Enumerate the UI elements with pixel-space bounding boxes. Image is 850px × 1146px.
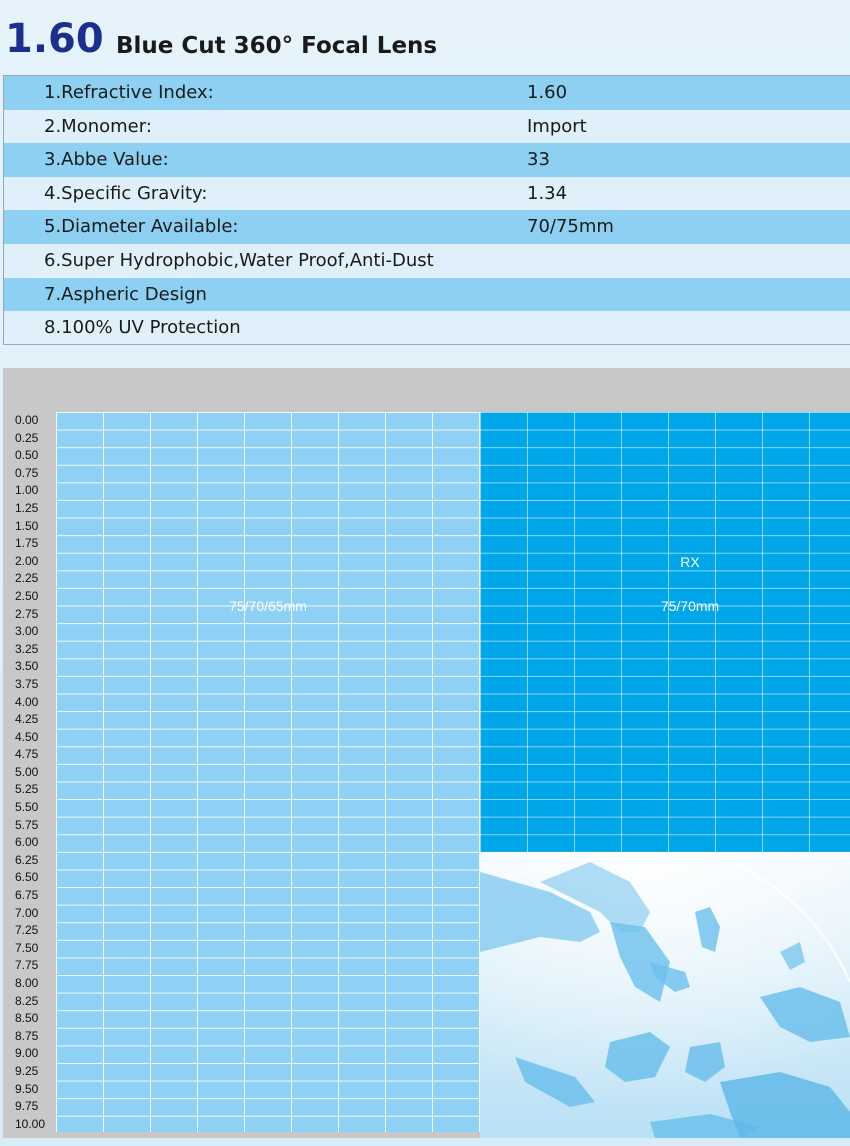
power-axis-tick: 0.75 [15, 465, 39, 480]
power-axis-tick: 2.50 [15, 588, 39, 603]
power-axis-tick: 4.75 [15, 747, 39, 762]
power-axis-tick: 0.00 [15, 413, 39, 427]
power-axis-tick: 2.25 [15, 571, 39, 586]
spec-label: 2.Monomer: [44, 115, 152, 137]
spec-value: 70/75mm [527, 216, 614, 238]
spec-value: 1.60 [527, 82, 568, 103]
spec-label: 8.100% UV Protection [44, 317, 241, 339]
power-axis-tick: 6.25 [15, 852, 39, 867]
power-axis-tick: 7.75 [15, 958, 39, 973]
power-axis-tick: 6.75 [15, 888, 39, 903]
power-axis-tick: 5.75 [15, 817, 39, 832]
power-axis-tick: 5.00 [15, 764, 39, 779]
power-axis-tick: 10.00 [15, 1116, 46, 1131]
spec-table: 1.Refractive Index: 1.60 2.Monomer: Impo… [3, 75, 850, 345]
power-axis-tick: 3.25 [15, 641, 39, 656]
spec-row: 3.Abbe Value: 33 [4, 143, 850, 177]
rx-diameter-label: 75/70mm [660, 598, 720, 614]
rx-range-block [480, 412, 850, 852]
power-axis-tick: 0.25 [15, 430, 39, 445]
power-axis-tick: 1.00 [15, 483, 39, 498]
power-axis-tick: 4.50 [15, 729, 39, 744]
power-axis-tick: 3.00 [15, 624, 39, 639]
power-axis-tick: 8.50 [15, 1011, 39, 1026]
spec-label: 7.Aspheric Design [44, 283, 207, 305]
power-axis-tick: 0.50 [15, 448, 39, 463]
page-header: 1.60 Blue Cut 360° Focal Lens [0, 0, 850, 75]
power-axis-tick: 9.75 [15, 1099, 39, 1114]
power-axis-tick: 1.50 [15, 518, 39, 533]
power-axis-tick: 9.25 [15, 1063, 39, 1078]
stock-diameter-label: 75/70/65mm [229, 598, 307, 614]
power-axis-tick: 7.25 [15, 923, 39, 938]
power-axis-tick: 5.50 [15, 800, 39, 815]
power-axis-tick: 3.50 [15, 659, 39, 674]
power-axis-tick: 7.00 [15, 905, 39, 920]
power-axis: 0.00 0.25 0.50 0.75 1.00 1.25 1.50 1.75 2.00 2.25… [3, 412, 55, 1133]
power-range-chart: 0.00 0.25 0.50 0.75 1.00 1.25 1.50 1.75 2.00 2.25… [3, 368, 850, 1138]
spec-row: 7.Aspheric Design [4, 277, 850, 312]
globe-decoration [480, 852, 850, 1138]
power-axis-tick: 3.75 [15, 676, 39, 691]
spec-row: 4.Specific Gravity: 1.34 [4, 176, 850, 211]
power-axis-tick: 7.50 [15, 940, 39, 955]
power-axis-tick: 8.25 [15, 993, 39, 1008]
power-axis-tick: 6.50 [15, 870, 39, 885]
rx-label: RX [680, 554, 700, 570]
power-axis-tick: 1.75 [15, 536, 39, 551]
power-axis-tick: 2.00 [15, 553, 39, 568]
power-axis-tick: 6.00 [15, 835, 39, 850]
spec-label: 5.Diameter Available: [44, 216, 239, 238]
spec-row: 6.Super Hydrophobic,Water Proof,Anti-Dus… [4, 243, 850, 278]
spec-label: 6.Super Hydrophobic,Water Proof,Anti-Dus… [44, 249, 434, 271]
power-axis-tick: 1.25 [15, 500, 39, 515]
spec-row: 1.Refractive Index: 1.60 [4, 76, 850, 110]
power-axis-tick: 9.00 [15, 1046, 39, 1061]
spec-row: 2.Monomer: Import [4, 109, 850, 144]
spec-label: 3.Abbe Value: [44, 149, 169, 171]
title-product-name: Blue Cut 360° Focal Lens [116, 33, 438, 59]
spec-label: 1.Refractive Index: [44, 82, 214, 103]
spec-value: Import [527, 115, 587, 137]
title-index-number: 1.60 [5, 16, 104, 62]
power-axis-tick: 5.25 [15, 782, 39, 797]
stock-range-block [56, 412, 480, 1132]
power-axis-tick: 4.25 [15, 712, 39, 727]
power-axis-tick: 4.00 [15, 694, 39, 709]
spec-row: 8.100% UV Protection [4, 311, 850, 344]
power-axis-tick: 2.75 [15, 606, 39, 621]
spec-label: 4.Specific Gravity: [44, 182, 208, 204]
spec-value: 1.34 [527, 182, 568, 204]
power-axis-tick: 8.00 [15, 976, 39, 990]
globe-map-image [480, 852, 850, 1138]
power-axis-tick: 8.75 [15, 1028, 39, 1043]
spec-row: 5.Diameter Available: 70/75mm [4, 210, 850, 244]
power-axis-tick: 9.50 [15, 1081, 39, 1096]
spec-value: 33 [527, 149, 550, 171]
